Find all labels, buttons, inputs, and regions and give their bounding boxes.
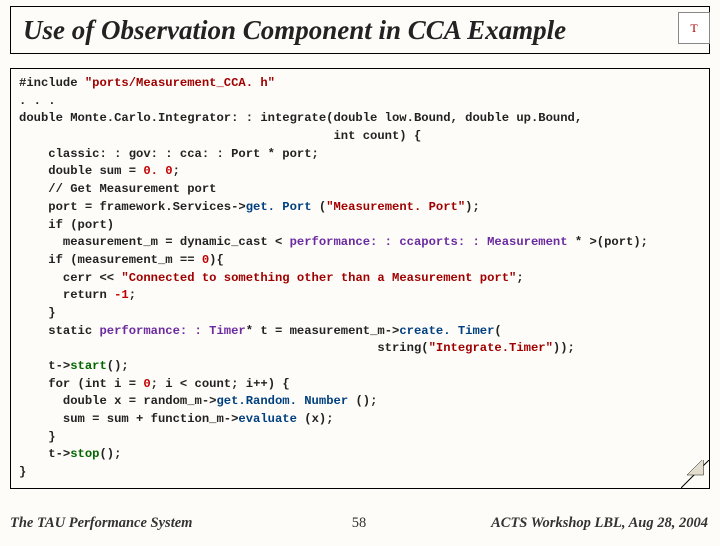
footer: The TAU Performance System 58 ACTS Works… bbox=[0, 515, 720, 532]
page-number: 58 bbox=[329, 515, 389, 532]
tau-logo-label: T bbox=[690, 21, 697, 36]
slide-title: Use of Observation Component in CCA Exam… bbox=[23, 15, 566, 46]
slide: Use of Observation Component in CCA Exam… bbox=[0, 6, 720, 546]
footer-left: The TAU Performance System bbox=[0, 515, 329, 532]
code-listing: #include "ports/Measurement_CCA. h" . . … bbox=[19, 75, 701, 482]
tau-logo-icon: T bbox=[678, 12, 710, 44]
code-box: #include "ports/Measurement_CCA. h" . . … bbox=[10, 68, 710, 489]
footer-right: ACTS Workshop LBL, Aug 28, 2004 bbox=[389, 515, 720, 532]
page-fold-icon bbox=[681, 460, 709, 488]
title-bar: Use of Observation Component in CCA Exam… bbox=[10, 6, 710, 54]
